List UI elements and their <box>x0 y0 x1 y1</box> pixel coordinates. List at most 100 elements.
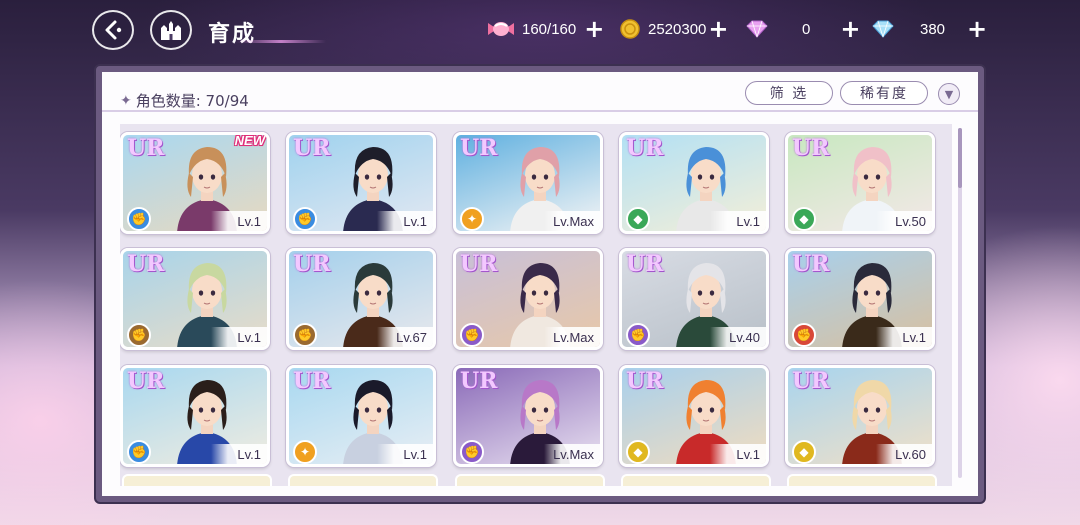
candy-add-button[interactable]: + <box>584 17 604 41</box>
card-level: Lv.1 <box>710 444 766 464</box>
character-card[interactable]: UR ✊ Lv.1 NEW <box>120 132 270 234</box>
attribute-icon: ✊ <box>626 323 650 347</box>
resource-blue-diamond: 380 + <box>872 16 987 42</box>
rarity-badge: UR <box>293 135 331 161</box>
character-card[interactable]: UR ◆ Lv.1 <box>619 132 769 234</box>
character-grid[interactable]: UR ✊ Lv.1 NEW UR ✊ Lv.1 UR ✦ Lv.Max UR ◆ Lv.1 UR ◆ Lv.5… <box>120 124 952 486</box>
character-count: ✦ 角色数量: 70/94 <box>120 90 249 111</box>
coin-icon <box>620 19 640 39</box>
character-card[interactable]: UR ✊ Lv.Max <box>453 365 603 467</box>
card-level: Lv.Max <box>544 444 600 464</box>
scrollbar[interactable] <box>958 128 962 478</box>
attribute-icon: ✊ <box>460 323 484 347</box>
card-level: Lv.1 <box>211 211 267 231</box>
filter-button[interactable]: 筛 选 <box>745 81 833 105</box>
rarity-badge: UR <box>293 251 331 277</box>
attribute-icon: ✊ <box>460 440 484 464</box>
back-button[interactable] <box>92 10 134 50</box>
coin-value: 2520300 <box>648 20 707 38</box>
home-button[interactable] <box>150 10 192 50</box>
rarity-badge: UR <box>626 251 664 277</box>
attribute-icon: ◆ <box>626 440 650 464</box>
next-row-card[interactable] <box>455 474 605 486</box>
blue-diamond-add-button[interactable]: + <box>967 17 987 41</box>
blue-diamond-icon <box>872 20 894 38</box>
character-count-text: 角色数量: 70/94 <box>135 92 249 110</box>
scroll-thumb[interactable] <box>958 128 962 188</box>
card-level: Lv.67 <box>377 327 433 347</box>
card-level: Lv.Max <box>544 327 600 347</box>
title-decoration <box>236 40 326 43</box>
card-level: Lv.1 <box>377 211 433 231</box>
sparkle-icon: ✦ <box>120 92 132 109</box>
attribute-icon: ✦ <box>293 440 317 464</box>
rarity-badge: UR <box>626 368 664 394</box>
attribute-icon: ◆ <box>792 207 816 231</box>
character-card[interactable]: UR ✊ Lv.1 <box>286 132 436 234</box>
rarity-badge: UR <box>127 368 165 394</box>
card-level: Lv.60 <box>876 444 932 464</box>
rarity-badge: UR <box>792 368 830 394</box>
candy-icon <box>488 22 514 36</box>
character-card[interactable]: UR ✊ Lv.1 <box>785 248 935 350</box>
resource-candy: 160/160 + <box>486 16 604 42</box>
top-bar: 育成 160/160 + 2520300 + 0 + 380 + <box>0 0 1080 62</box>
chevron-down-icon: ▼ <box>944 87 954 101</box>
character-card[interactable]: UR ✊ Lv.1 <box>120 365 270 467</box>
attribute-icon: ✊ <box>293 207 317 231</box>
rarity-badge: UR <box>127 135 165 161</box>
card-level: Lv.50 <box>876 211 932 231</box>
rarity-badge: UR <box>460 368 498 394</box>
attribute-icon: ◆ <box>792 440 816 464</box>
next-row-card[interactable] <box>787 474 937 486</box>
character-card[interactable]: UR ✊ Lv.1 <box>120 248 270 350</box>
resource-pink-diamond: 0 + <box>746 16 860 42</box>
resource-coin: 2520300 + <box>620 16 729 42</box>
character-card[interactable]: UR ◆ Lv.50 <box>785 132 935 234</box>
rarity-sort-button[interactable]: 稀有度 <box>840 81 928 105</box>
pink-diamond-add-button[interactable]: + <box>840 17 860 41</box>
attribute-icon: ✊ <box>792 323 816 347</box>
attribute-icon: ✊ <box>293 323 317 347</box>
rarity-badge: UR <box>460 135 498 161</box>
character-card[interactable]: UR ✦ Lv.Max <box>453 132 603 234</box>
new-badge: NEW <box>234 133 265 148</box>
panel-header: ✦ 角色数量: 70/94 筛 选 稀有度 ▼ <box>102 72 978 112</box>
character-card[interactable]: UR ✦ Lv.1 <box>286 365 436 467</box>
sort-order-button[interactable]: ▼ <box>938 83 960 105</box>
next-row-card[interactable] <box>621 474 771 486</box>
rarity-badge: UR <box>127 251 165 277</box>
card-level: Lv.1 <box>876 327 932 347</box>
back-arrow-icon <box>105 20 122 40</box>
character-card[interactable]: UR ✊ Lv.Max <box>453 248 603 350</box>
rarity-badge: UR <box>792 251 830 277</box>
page-title: 育成 <box>208 22 257 47</box>
rarity-badge: UR <box>460 251 498 277</box>
coin-add-button[interactable]: + <box>708 17 728 41</box>
attribute-icon: ◆ <box>626 207 650 231</box>
blue-diamond-value: 380 <box>920 20 946 38</box>
attribute-icon: ✊ <box>127 323 151 347</box>
character-panel: ✦ 角色数量: 70/94 筛 选 稀有度 ▼ UR ✊ Lv.1 NEW UR ✊ Lv.… <box>96 66 984 502</box>
card-level: Lv.40 <box>710 327 766 347</box>
card-level: Lv.Max <box>544 211 600 231</box>
card-level: Lv.1 <box>211 444 267 464</box>
character-card[interactable]: UR ✊ Lv.40 <box>619 248 769 350</box>
character-card[interactable]: UR ✊ Lv.67 <box>286 248 436 350</box>
attribute-icon: ✦ <box>460 207 484 231</box>
pink-diamond-icon <box>746 20 768 38</box>
attribute-icon: ✊ <box>127 207 151 231</box>
candy-value: 160/160 <box>522 20 577 38</box>
next-row-card[interactable] <box>288 474 438 486</box>
pink-diamond-value: 0 <box>802 20 811 38</box>
character-card[interactable]: UR ◆ Lv.1 <box>619 365 769 467</box>
castle-icon <box>161 21 181 40</box>
card-level: Lv.1 <box>710 211 766 231</box>
rarity-badge: UR <box>792 135 830 161</box>
rarity-badge: UR <box>626 135 664 161</box>
card-level: Lv.1 <box>211 327 267 347</box>
character-card[interactable]: UR ◆ Lv.60 <box>785 365 935 467</box>
rarity-badge: UR <box>293 368 331 394</box>
attribute-icon: ✊ <box>127 440 151 464</box>
next-row-card[interactable] <box>122 474 272 486</box>
